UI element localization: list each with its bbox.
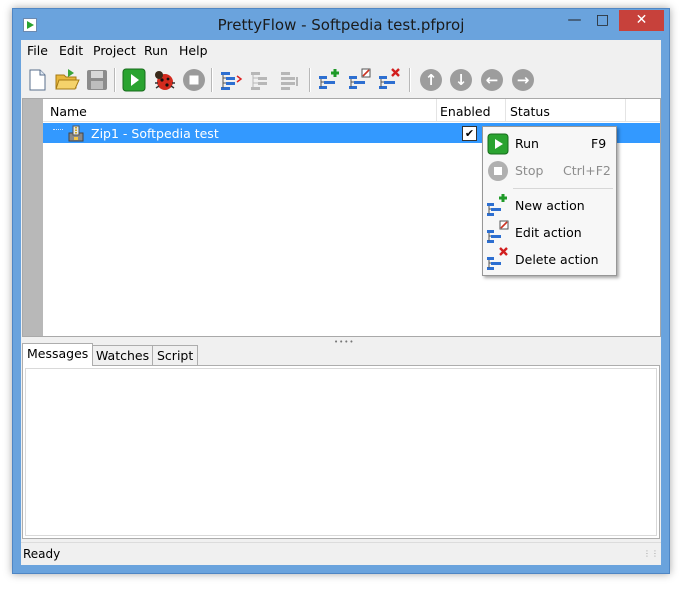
client-area: File Edit Project Run Help ↑ ↓ ← → Name … bbox=[21, 40, 661, 565]
context-run[interactable]: Run F9 bbox=[483, 131, 616, 155]
bottom-tabs: Messages Watches Script bbox=[22, 343, 660, 366]
column-divider bbox=[505, 99, 506, 121]
column-header-status[interactable]: Status bbox=[510, 104, 550, 119]
resize-grip[interactable]: ⋮⋮ bbox=[643, 549, 659, 558]
messages-panel bbox=[22, 365, 660, 539]
context-new-action-label: New action bbox=[515, 198, 585, 213]
tab-watches[interactable]: Watches bbox=[91, 345, 155, 365]
context-run-label: Run bbox=[515, 136, 539, 151]
new-action-icon[interactable] bbox=[317, 67, 343, 93]
menu-help[interactable]: Help bbox=[179, 43, 208, 58]
status-bar: Ready ⋮⋮ bbox=[21, 542, 661, 565]
tab-messages[interactable]: Messages bbox=[22, 343, 94, 366]
menu-run[interactable]: Run bbox=[144, 43, 168, 58]
move-left-icon[interactable]: ← bbox=[479, 67, 505, 93]
context-stop-label: Stop bbox=[515, 163, 544, 178]
close-button[interactable]: ✕ bbox=[619, 10, 664, 31]
toolbar-separator bbox=[309, 68, 311, 92]
app-window: PrettyFlow - Softpedia test.pfproj — □ ✕… bbox=[12, 8, 670, 574]
delete-action-icon bbox=[486, 247, 510, 274]
status-text: Ready bbox=[23, 547, 61, 561]
menu-project[interactable]: Project bbox=[93, 43, 136, 58]
move-up-icon[interactable]: ↑ bbox=[418, 67, 444, 93]
menu-bar: File Edit Project Run Help bbox=[21, 40, 661, 60]
minimize-button[interactable]: — bbox=[561, 10, 588, 31]
action-tree-disabled-2-icon[interactable] bbox=[278, 67, 304, 93]
move-right-icon[interactable]: → bbox=[510, 67, 536, 93]
zip-archive-icon bbox=[67, 125, 85, 145]
action-tree-icon[interactable] bbox=[218, 67, 244, 93]
menu-file[interactable]: File bbox=[27, 43, 48, 58]
context-delete-action[interactable]: Delete action bbox=[483, 247, 616, 271]
delete-action-icon[interactable] bbox=[377, 67, 403, 93]
context-new-action[interactable]: New action bbox=[483, 193, 616, 217]
run-icon bbox=[487, 133, 509, 158]
messages-list[interactable] bbox=[25, 368, 657, 536]
debug-bug-icon[interactable] bbox=[151, 67, 177, 93]
context-delete-action-label: Delete action bbox=[515, 252, 599, 267]
toolbar-separator bbox=[211, 68, 213, 92]
edit-action-icon[interactable] bbox=[347, 67, 373, 93]
edit-action-icon bbox=[486, 220, 510, 247]
run-icon[interactable] bbox=[121, 67, 147, 93]
toolbar-separator bbox=[114, 68, 116, 92]
save-icon[interactable] bbox=[84, 67, 110, 93]
row-gutter bbox=[23, 99, 43, 336]
move-down-icon[interactable]: ↓ bbox=[448, 67, 474, 93]
menu-separator bbox=[513, 188, 613, 189]
action-name: Zip1 - Softpedia test bbox=[91, 126, 219, 141]
stop-icon[interactable] bbox=[181, 67, 207, 93]
tree-connector bbox=[53, 129, 63, 130]
action-tree-disabled-icon[interactable] bbox=[248, 67, 274, 93]
toolbar-separator bbox=[409, 68, 411, 92]
grid-header: Name Enabled Status bbox=[43, 99, 660, 122]
new-action-icon bbox=[486, 193, 510, 220]
context-stop-shortcut: Ctrl+F2 bbox=[563, 163, 611, 178]
column-header-enabled[interactable]: Enabled bbox=[440, 104, 491, 119]
column-header-name[interactable]: Name bbox=[50, 104, 87, 119]
context-edit-action[interactable]: Edit action bbox=[483, 220, 616, 244]
context-stop[interactable]: Stop Ctrl+F2 bbox=[483, 158, 616, 182]
menu-edit[interactable]: Edit bbox=[59, 43, 83, 58]
tab-script[interactable]: Script bbox=[152, 345, 199, 365]
context-edit-action-label: Edit action bbox=[515, 225, 582, 240]
open-folder-icon[interactable] bbox=[54, 67, 80, 93]
enabled-checkbox[interactable]: ✔ bbox=[462, 126, 477, 141]
stop-icon bbox=[487, 160, 509, 185]
context-run-shortcut: F9 bbox=[591, 136, 607, 151]
column-divider bbox=[436, 99, 437, 121]
context-menu: Run F9 Stop Ctrl+F2 New action Edit acti… bbox=[482, 126, 617, 276]
maximize-button[interactable]: □ bbox=[589, 10, 616, 31]
title-bar[interactable]: PrettyFlow - Softpedia test.pfproj — □ ✕ bbox=[13, 9, 669, 40]
toolbar: ↑ ↓ ← → bbox=[21, 62, 661, 98]
column-divider bbox=[625, 99, 626, 121]
new-file-icon[interactable] bbox=[24, 67, 50, 93]
